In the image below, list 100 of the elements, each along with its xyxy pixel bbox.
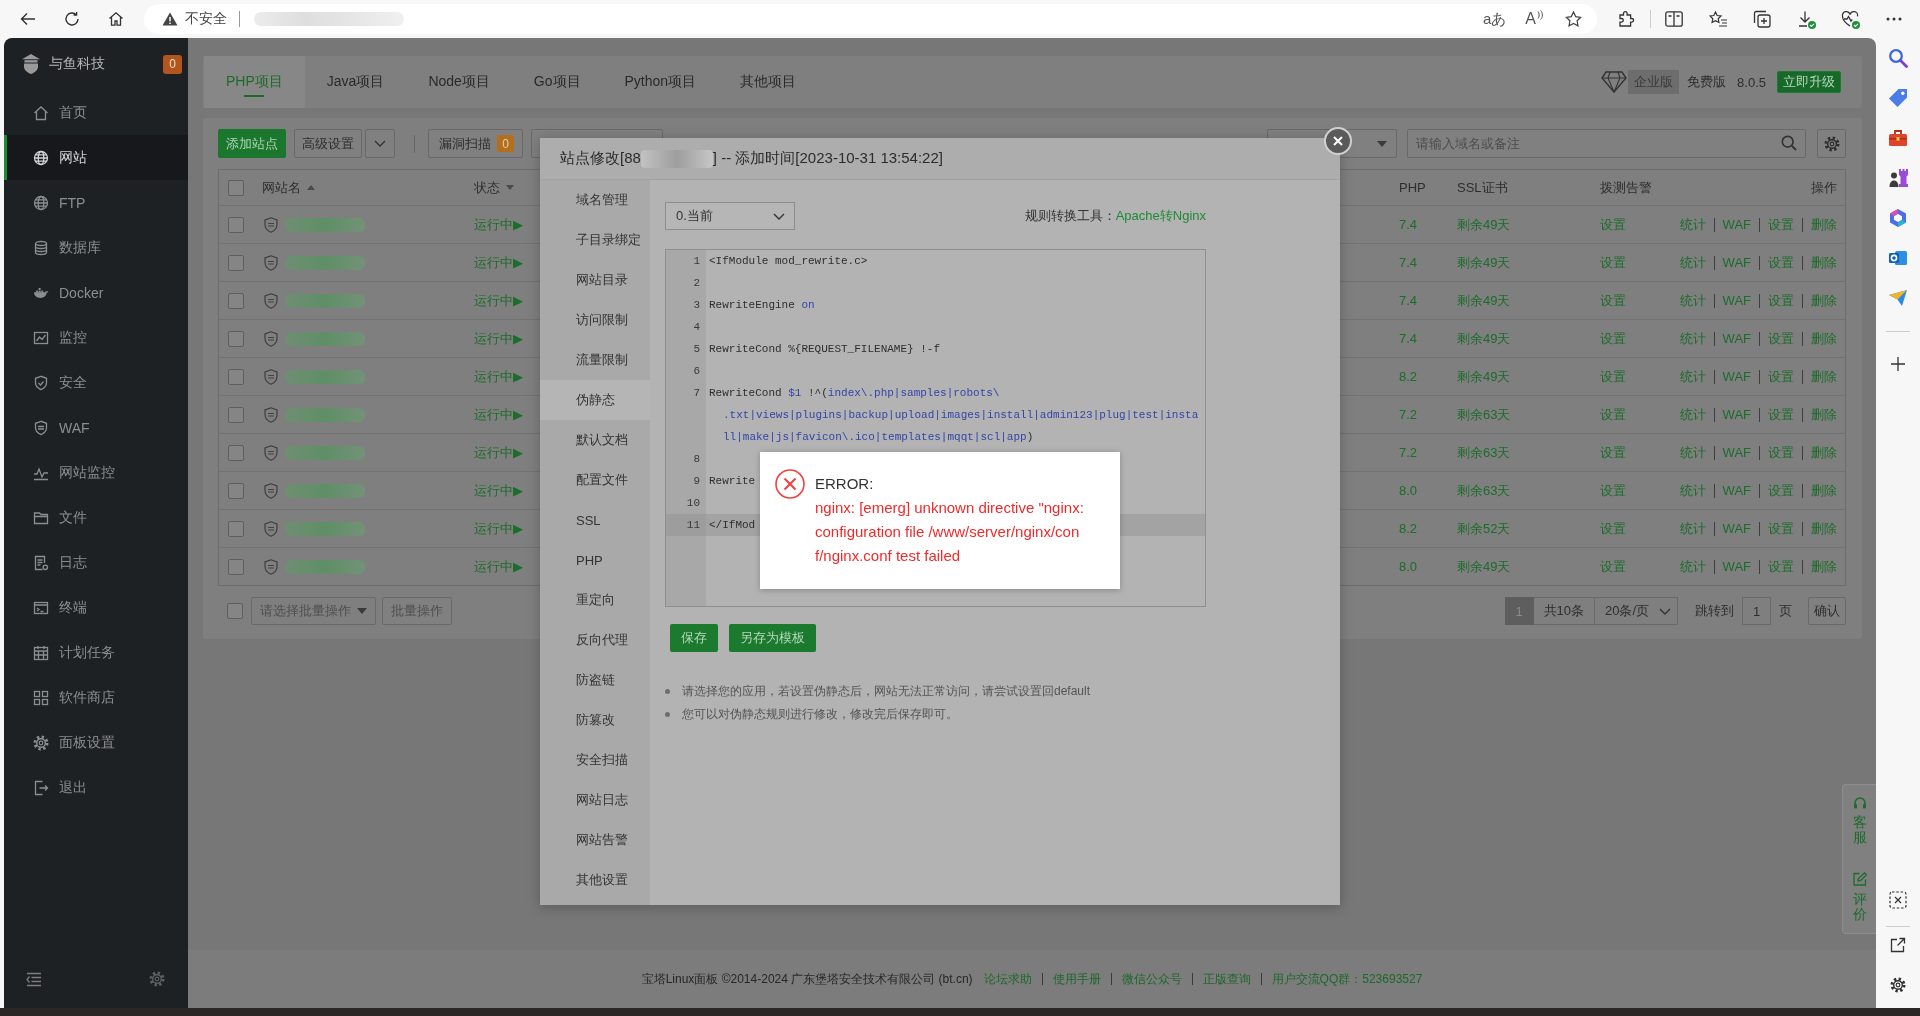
action-link[interactable]: 设置 (1768, 253, 1794, 272)
action-link[interactable]: 删除 (1811, 253, 1837, 272)
action-link[interactable]: 设置 (1768, 329, 1794, 348)
support-button[interactable]: 客服 (1852, 796, 1867, 846)
php-version-link[interactable]: 7.4 (1399, 217, 1418, 232)
row-checkbox[interactable] (228, 254, 244, 271)
action-link[interactable]: 统计 (1679, 329, 1706, 348)
dialog-nav-item[interactable]: 重定向 (540, 580, 650, 620)
action-link[interactable]: 设置 (1768, 367, 1794, 386)
action-link[interactable]: 统计 (1679, 443, 1706, 462)
row-checkbox[interactable] (228, 482, 244, 499)
row-checkbox[interactable] (228, 368, 244, 385)
select-all-checkbox[interactable] (227, 603, 243, 619)
puzzle-icon[interactable] (1618, 10, 1636, 28)
status-link[interactable]: 运行中▶ (474, 253, 523, 272)
php-version-link[interactable]: 8.2 (1399, 521, 1418, 536)
action-link[interactable]: WAF (1722, 559, 1751, 574)
ssl-status-link[interactable]: 剩余63天 (1457, 405, 1511, 424)
action-link[interactable]: 删除 (1811, 405, 1837, 424)
sidebar-item[interactable]: 安全 (4, 360, 188, 405)
row-checkbox[interactable] (228, 558, 244, 575)
project-tab[interactable]: Java项目 (304, 56, 407, 108)
ssl-status-link[interactable]: 剩余49天 (1457, 215, 1511, 234)
footer-link[interactable]: 论坛求助 (983, 970, 1032, 988)
sidebar-item[interactable]: 日志 (4, 540, 188, 585)
more-icon[interactable] (1886, 17, 1902, 21)
action-link[interactable]: 设置 (1768, 519, 1794, 538)
footer-link[interactable]: 用户交流QQ群：523693527 (1271, 970, 1423, 988)
translate-button[interactable]: aあ (1483, 9, 1507, 29)
save-as-template-button[interactable]: 另存为模板 (729, 624, 816, 652)
dialog-nav-item[interactable]: 防盗链 (540, 660, 650, 700)
project-tab[interactable]: 其他项目 (718, 56, 819, 108)
dialog-nav-item[interactable]: 访问限制 (540, 300, 650, 340)
waf-shield-icon[interactable] (264, 482, 278, 499)
dialog-nav-item[interactable]: 其他设置 (540, 860, 650, 900)
dialog-nav-item[interactable]: 伪静态 (540, 380, 650, 420)
heart-pulse-icon[interactable] (1840, 9, 1860, 29)
action-link[interactable]: 删除 (1811, 215, 1837, 234)
dialog-nav-item[interactable]: 防篡改 (540, 700, 650, 740)
row-checkbox[interactable] (228, 520, 244, 537)
ssl-status-link[interactable]: 剩余63天 (1457, 481, 1511, 500)
sidebar-item[interactable]: 退出 (4, 765, 188, 810)
dialog-nav-item[interactable]: 安全扫描 (540, 740, 650, 780)
select-all-checkbox[interactable] (228, 179, 244, 196)
php-version-link[interactable]: 7.4 (1399, 293, 1418, 308)
action-link[interactable]: 删除 (1811, 481, 1837, 500)
action-link[interactable]: 删除 (1811, 443, 1837, 462)
action-link[interactable]: 删除 (1811, 367, 1837, 386)
action-link[interactable]: 设置 (1768, 443, 1794, 462)
sidebar-item[interactable]: FTP (4, 180, 188, 225)
alert-settings-link[interactable]: 设置 (1600, 329, 1626, 348)
dialog-nav-item[interactable]: PHP (540, 540, 650, 580)
status-link[interactable]: 运行中▶ (474, 367, 523, 386)
action-link[interactable]: WAF (1722, 407, 1751, 422)
waf-shield-icon[interactable] (264, 558, 278, 575)
footer-link[interactable]: 正版查询 (1202, 970, 1251, 988)
status-link[interactable]: 运行中▶ (474, 291, 523, 310)
alert-settings-link[interactable]: 设置 (1600, 215, 1626, 234)
mail-icon[interactable] (1888, 248, 1908, 268)
row-checkbox[interactable] (228, 444, 244, 461)
advanced-settings-button[interactable]: 高级设置 (294, 129, 362, 158)
split-screen-icon[interactable] (1665, 11, 1683, 27)
action-link[interactable]: WAF (1722, 255, 1751, 270)
sidebar-item[interactable]: 网站监控 (4, 450, 188, 495)
gear-icon[interactable] (149, 971, 165, 987)
ssl-status-link[interactable]: 剩余49天 (1457, 367, 1511, 386)
notification-badge[interactable]: 0 (163, 54, 182, 74)
ssl-status-link[interactable]: 剩余49天 (1457, 291, 1511, 310)
favorites-icon[interactable] (1709, 11, 1727, 27)
collections-icon[interactable] (1753, 10, 1771, 28)
dialog-nav-item[interactable]: 配置文件 (540, 460, 650, 500)
project-tab[interactable]: Node项目 (406, 56, 512, 108)
action-link[interactable]: 统计 (1679, 291, 1706, 310)
add-site-button[interactable]: 添加站点 (218, 129, 286, 158)
action-link[interactable]: WAF (1722, 483, 1751, 498)
refresh-icon[interactable] (64, 11, 80, 27)
status-link[interactable]: 运行中▶ (474, 557, 523, 576)
action-link[interactable]: WAF (1722, 217, 1751, 232)
sidebar-item[interactable]: 数据库 (4, 225, 188, 270)
action-link[interactable]: WAF (1722, 293, 1751, 308)
dialog-nav-item[interactable]: SSL (540, 500, 650, 540)
read-aloud-button[interactable]: A (1525, 10, 1543, 28)
alert-settings-link[interactable]: 设置 (1600, 367, 1626, 386)
footer-link[interactable]: 微信公众号 (1121, 970, 1182, 988)
address-bar[interactable]: 不安全 aあ A (144, 4, 1597, 34)
action-link[interactable]: 统计 (1679, 215, 1706, 234)
page-input[interactable]: 1 (1742, 597, 1771, 625)
version-select[interactable]: 0.当前 (665, 202, 795, 230)
search-icon[interactable] (1781, 135, 1797, 151)
dialog-nav-item[interactable]: 网站日志 (540, 780, 650, 820)
waf-shield-icon[interactable] (264, 368, 278, 385)
alert-settings-link[interactable]: 设置 (1600, 443, 1626, 462)
download-icon[interactable] (1796, 9, 1816, 29)
upgrade-button[interactable]: 立即升级 (1777, 71, 1841, 93)
sidebar-item[interactable]: 终端 (4, 585, 188, 630)
action-link[interactable]: 设置 (1768, 291, 1794, 310)
waf-shield-icon[interactable] (264, 520, 278, 537)
column-header[interactable]: 网站名 (262, 178, 301, 197)
project-tab[interactable]: PHP项目 (204, 56, 305, 108)
php-version-link[interactable]: 7.2 (1399, 407, 1418, 422)
